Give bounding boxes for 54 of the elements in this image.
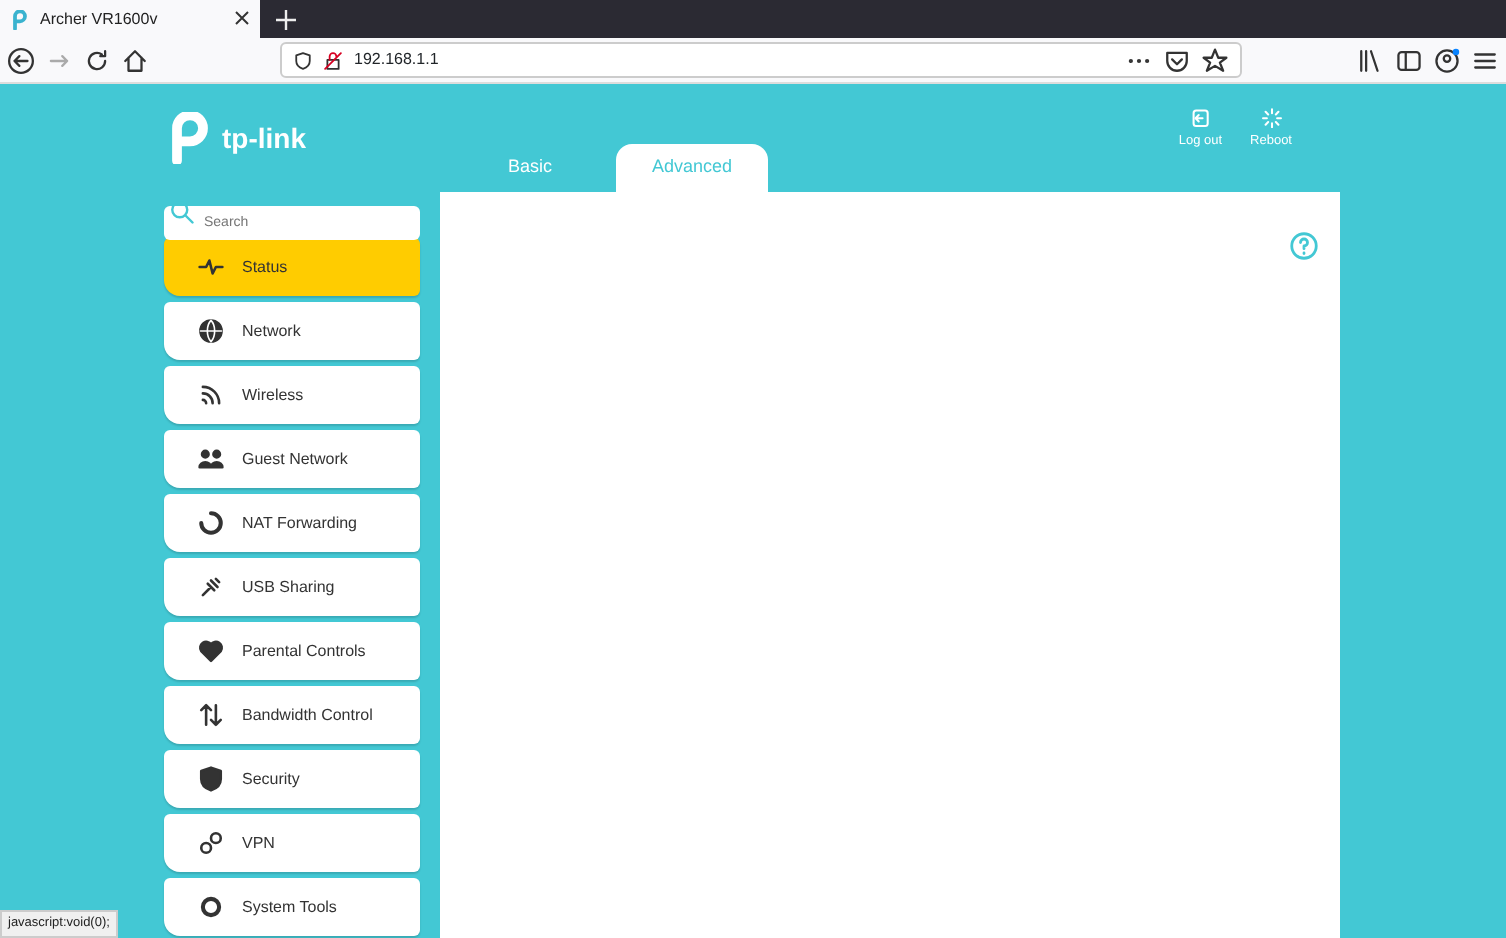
shield-icon <box>198 766 224 792</box>
library-icon <box>1358 47 1384 73</box>
tab-title: Archer VR1600v <box>40 7 158 31</box>
pocket-button[interactable] <box>1164 47 1190 73</box>
sidebar-item[interactable]: USB Sharing <box>164 558 420 616</box>
sidebar-icon <box>1396 47 1422 73</box>
cycle-icon <box>198 510 224 536</box>
globe-icon <box>198 318 224 344</box>
bookmark-button[interactable] <box>1202 47 1228 73</box>
people-icon <box>198 446 224 472</box>
sidebar-item[interactable]: Status <box>164 238 420 296</box>
sidebar-item[interactable]: Security <box>164 750 420 808</box>
account-icon <box>1434 47 1460 73</box>
plus-icon <box>276 10 296 31</box>
logout-icon <box>1188 108 1213 129</box>
library-button[interactable] <box>1358 47 1384 73</box>
insecure-lock-icon <box>324 51 342 69</box>
sidebar-item[interactable]: System Tools <box>164 878 420 936</box>
reboot-icon <box>1259 108 1284 129</box>
gear-icon <box>198 894 224 920</box>
sidebar-item[interactable]: Network <box>164 302 420 360</box>
back-button[interactable] <box>8 47 34 73</box>
bookmark-icon <box>1202 47 1228 73</box>
logo-text: tp-link <box>222 120 306 158</box>
back-icon <box>8 47 34 73</box>
home-icon <box>122 47 148 73</box>
close-tab-button[interactable] <box>234 8 250 30</box>
pulse-icon <box>198 254 224 280</box>
heart-icon <box>198 638 224 664</box>
sidebar-button[interactable] <box>1396 47 1422 73</box>
sidebar-item[interactable]: Parental Controls <box>164 622 420 680</box>
wifi-icon <box>198 382 224 408</box>
sidebar-item[interactable]: VPN <box>164 814 420 872</box>
plug-icon <box>198 574 224 600</box>
sidebar-item[interactable]: Guest Network <box>164 430 420 488</box>
sidebar-item[interactable]: Wireless <box>164 366 420 424</box>
sidebar-item[interactable]: NAT Forwarding <box>164 494 420 552</box>
account-button[interactable] <box>1434 47 1460 73</box>
menu-button[interactable] <box>1472 47 1498 73</box>
sidebar-item[interactable]: Bandwidth Control <box>164 686 420 744</box>
url-text: 192.168.1.1 <box>354 48 439 72</box>
link-icon <box>198 830 224 856</box>
menu-icon <box>1472 47 1498 73</box>
help-icon <box>1290 231 1318 260</box>
address-bar[interactable]: 192.168.1.1 <box>280 42 1242 78</box>
reload-icon <box>84 47 110 73</box>
shield-icon <box>294 51 312 69</box>
home-button[interactable] <box>122 47 148 73</box>
close-icon <box>234 10 250 27</box>
reload-button[interactable] <box>84 47 110 73</box>
browser-tab[interactable]: Archer VR1600v <box>0 0 260 38</box>
tp-logo-icon <box>10 9 30 29</box>
pocket-icon <box>1164 47 1190 73</box>
up-down-arrows-icon <box>198 702 224 728</box>
